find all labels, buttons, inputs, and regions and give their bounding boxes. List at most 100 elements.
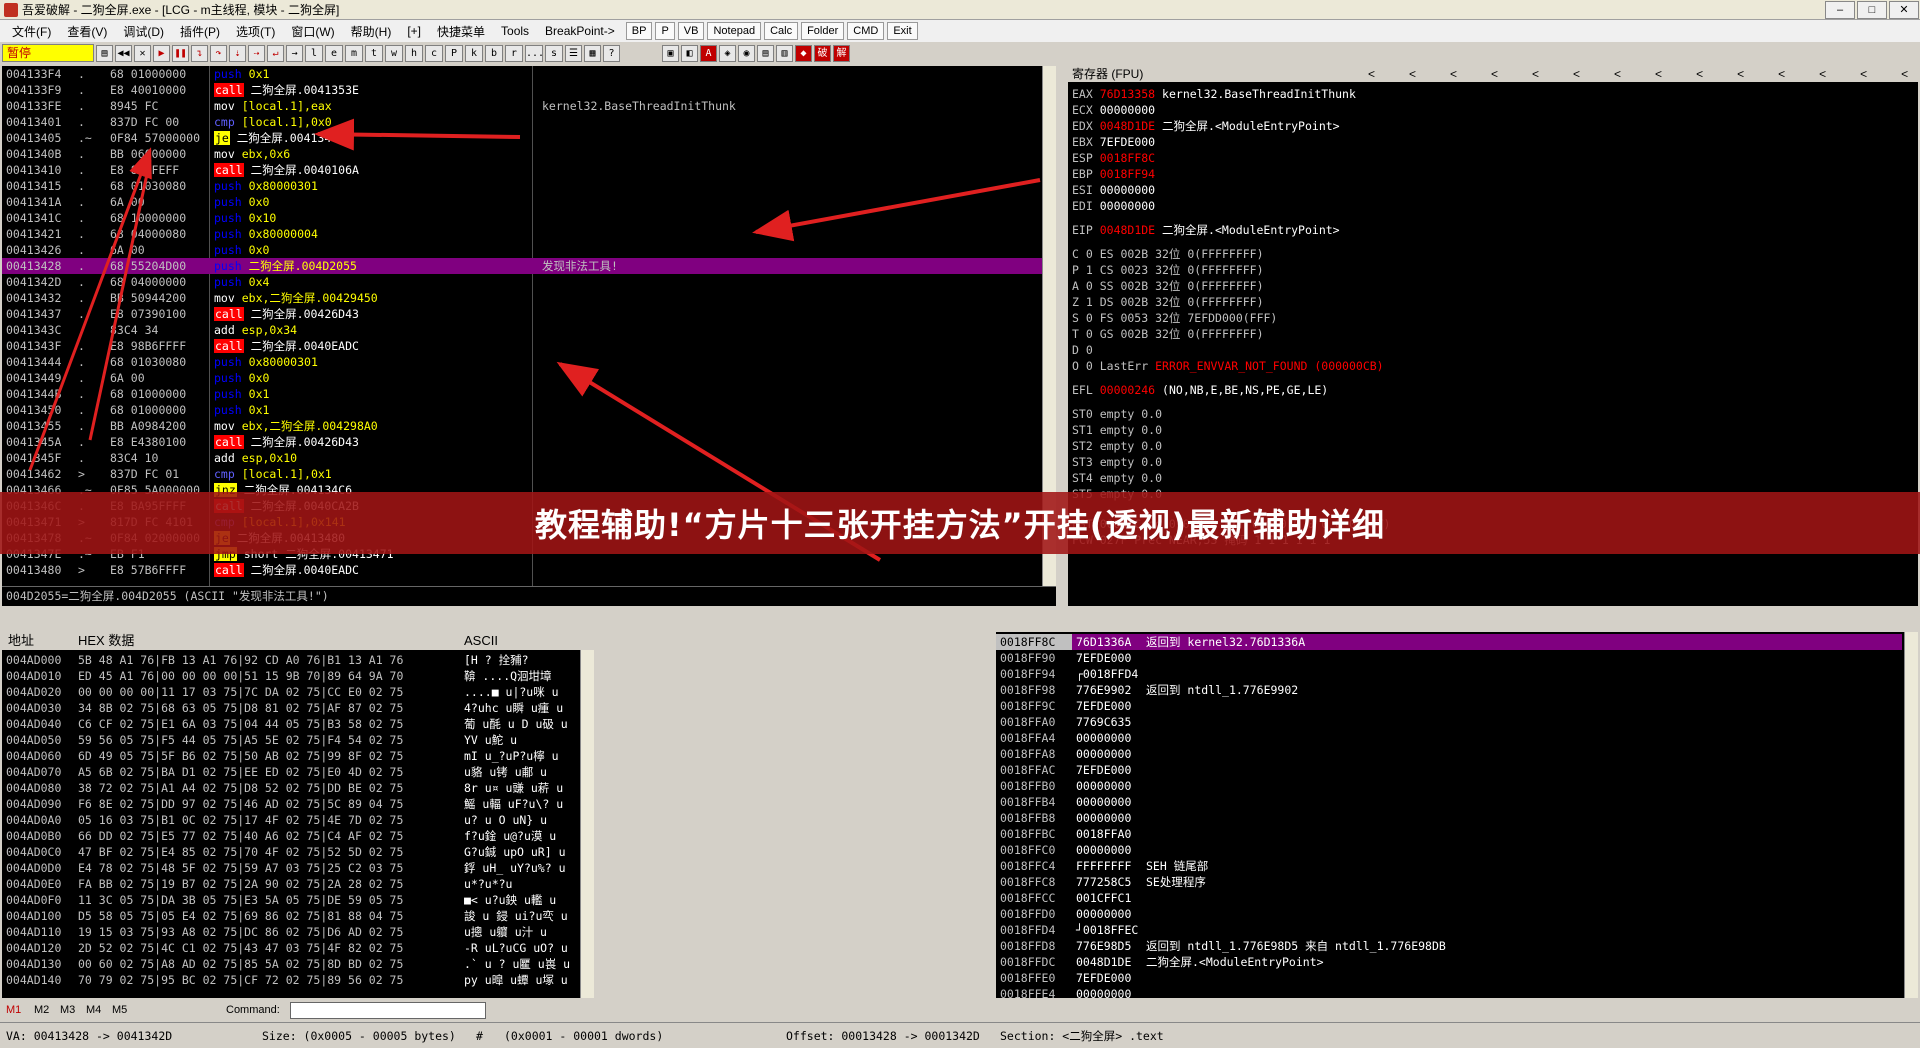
stack-row[interactable]: 0018FF90 7EFDE000 <box>996 650 1902 666</box>
dump-row[interactable]: 004AD0C0 47 BF 02 75|E4 85 02 75|70 4F 02… <box>2 844 582 860</box>
disasm-row[interactable]: 00413437. E8 07390100 call 二狗全屏.00426D43 <box>2 306 1042 322</box>
fpu-line[interactable]: ST2 empty 0.0 <box>1072 438 1162 454</box>
window-m-button[interactable]: m <box>345 44 363 62</box>
window-b-button[interactable]: b <box>485 44 503 62</box>
window-e-button[interactable]: e <box>325 44 343 62</box>
plugin-icon-1[interactable]: ▣ <box>662 44 679 62</box>
stack-row[interactable]: 0018FFA0 7769C635 <box>996 714 1902 730</box>
stack-row[interactable]: 0018FFD4 ┘0018FFEC <box>996 922 1902 938</box>
disasm-row[interactable]: 004133FE. 8945 FC mov [local.1],eax kernel3… <box>2 98 1042 114</box>
register-value[interactable]: 0048D1DE <box>1100 119 1155 133</box>
stack-row[interactable]: 0018FFA4 00000000 <box>996 730 1902 746</box>
stack-row[interactable]: 0018FFD8 776E98D5 返回到 ntdll_1.776E98D5 来自 … <box>996 938 1902 954</box>
menu-view[interactable]: 查看(V) <box>59 23 115 40</box>
disasm-row[interactable]: 0041340B. BB 06000000 mov ebx,0x6 <box>2 146 1042 162</box>
fpu-line[interactable]: ST0 empty 0.0 <box>1072 406 1162 422</box>
disasm-row[interactable]: 0041343C. 83C4 34 add esp,0x34 <box>2 322 1042 338</box>
trace-into-icon[interactable]: ⇣ <box>229 44 246 62</box>
plugin-icon-9[interactable]: 破 <box>814 44 831 62</box>
stack-row[interactable]: 0018FFC4 FFFFFFFF SEH 链尾部 <box>996 858 1902 874</box>
menu-window[interactable]: 窗口(W) <box>283 23 342 40</box>
notepad-button[interactable]: Notepad <box>707 22 762 40</box>
window-p-button[interactable]: P <box>445 44 463 62</box>
dump-row[interactable]: 004AD020 00 00 00 00|11 17 03 75|7C DA 02… <box>2 684 582 700</box>
stack-pane[interactable]: 0018FF8C 76D1336A 返回到 kernel32.76D1336A 001… <box>996 632 1918 998</box>
disasm-row[interactable]: 00413444. 68 01030080 push 0x80000301 <box>2 354 1042 370</box>
dump-row[interactable]: 004AD050 59 56 05 75|F5 44 05 75|A5 5E 02… <box>2 732 582 748</box>
plugin-icon-6[interactable]: ▤ <box>757 44 774 62</box>
disasm-row[interactable]: 0041341C. 68 10000000 push 0x10 <box>2 210 1042 226</box>
grid-icon[interactable]: ▦ <box>584 44 601 62</box>
disasm-row[interactable]: 00413415. 68 01030080 push 0x80000301 <box>2 178 1042 194</box>
register-value[interactable]: 00000000 <box>1100 199 1155 213</box>
register-line[interactable]: EDX 0048D1DE 二狗全屏.<ModuleEntryPoint> <box>1072 118 1340 134</box>
goto-icon[interactable]: → <box>286 44 303 62</box>
tab-m4[interactable]: M4 <box>86 1004 101 1016</box>
plugin-icon-7[interactable]: ▥ <box>776 44 793 62</box>
disasm-row[interactable]: 00413432. BB 50944200 mov ebx,二狗全屏.0042945… <box>2 290 1042 306</box>
dump-row[interactable]: 004AD0E0 FA BB 02 75|19 B7 02 75|2A 90 02… <box>2 876 582 892</box>
menu-help[interactable]: 帮助(H) <box>343 23 400 40</box>
window-l-button[interactable]: l <box>305 44 323 62</box>
stack-row[interactable]: 0018FFB8 00000000 <box>996 810 1902 826</box>
stack-row[interactable]: 0018FF8C 76D1336A 返回到 kernel32.76D1336A <box>996 634 1902 650</box>
register-value[interactable]: 00000000 <box>1100 183 1155 197</box>
register-line[interactable]: EDI 00000000 <box>1072 198 1155 214</box>
register-line[interactable]: ECX 00000000 <box>1072 102 1155 118</box>
disasm-row[interactable]: 0041344B. 68 01000000 push 0x1 <box>2 386 1042 402</box>
flag-line[interactable]: P 1 CS 0023 32位 0(FFFFFFFF) <box>1072 262 1264 278</box>
dump-row[interactable]: 004AD0B0 66 DD 02 75|E5 77 02 75|40 A6 02… <box>2 828 582 844</box>
menu-breakpoint[interactable]: BreakPoint-> <box>537 24 623 38</box>
calc-button[interactable]: Calc <box>764 22 799 40</box>
flag-line[interactable]: T 0 GS 002B 32位 0(FFFFFFFF) <box>1072 326 1264 342</box>
stack-row[interactable]: 0018FFB4 00000000 <box>996 794 1902 810</box>
menu-options[interactable]: 选项(T) <box>228 23 283 40</box>
dump-row[interactable]: 004AD140 70 79 02 75|95 BC 02 75|CF 72 02… <box>2 972 582 988</box>
stack-row[interactable]: 0018FFAC 7EFDE000 <box>996 762 1902 778</box>
efl-line[interactable]: EFL 00000246 (NO,NB,E,BE,NS,PE,GE,LE) <box>1072 382 1328 398</box>
execute-till-return-icon[interactable]: ↵ <box>267 44 284 62</box>
stack-scrollbar[interactable] <box>1904 632 1918 998</box>
dump-row[interactable]: 004AD0F0 11 3C 05 75|DA 3B 05 75|E3 5A 05… <box>2 892 582 908</box>
fpu-line[interactable]: ST3 empty 0.0 <box>1072 454 1162 470</box>
register-value[interactable]: 7EFDE000 <box>1100 135 1155 149</box>
p-button[interactable]: P <box>655 22 675 40</box>
window-s-button[interactable]: s <box>545 44 563 62</box>
disasm-row[interactable]: 0041341A. 6A 00 push 0x0 <box>2 194 1042 210</box>
plugin-icon-10[interactable]: 解 <box>833 44 850 62</box>
dump-row[interactable]: 004AD110 19 15 03 75|93 A8 02 75|DC 86 02… <box>2 924 582 940</box>
stack-row[interactable]: 0018FFE4 00000000 <box>996 986 1902 998</box>
plugin-icon-2[interactable]: ◧ <box>681 44 698 62</box>
disasm-row[interactable]: 0041343F. E8 98B6FFFF call 二狗全屏.0040EADC <box>2 338 1042 354</box>
menu-tools[interactable]: Tools <box>493 24 537 38</box>
close-debug-icon[interactable]: ✕ <box>134 44 151 62</box>
tab-m3[interactable]: M3 <box>60 1004 75 1016</box>
efl-value[interactable]: 00000246 <box>1100 383 1155 397</box>
register-line[interactable]: ESP 0018FF8C <box>1072 150 1155 166</box>
menu-plus[interactable]: [+] <box>399 24 429 38</box>
dump-row[interactable]: 004AD010 ED 45 A1 76|00 00 00 00|51 15 9B… <box>2 668 582 684</box>
plugin-icon-8[interactable]: ◆ <box>795 44 812 62</box>
dump-col-hex[interactable]: HEX 数据 <box>78 632 134 650</box>
folder-button[interactable]: Folder <box>801 22 845 40</box>
command-input[interactable] <box>290 1002 486 1019</box>
stack-row[interactable]: 0018FFC8 777258C5 SE处理程序 <box>996 874 1902 890</box>
close-button[interactable]: ✕ <box>1889 1 1919 19</box>
window-h-button[interactable]: h <box>405 44 423 62</box>
flag-line[interactable]: D 0 <box>1072 342 1093 358</box>
disasm-row[interactable]: 0041345A. E8 E4380100 call 二狗全屏.00426D43 <box>2 434 1042 450</box>
rewind-icon[interactable]: ◀◀ <box>115 44 132 62</box>
flag-line[interactable]: S 0 FS 0053 32位 7EFDD000(FFF) <box>1072 310 1277 326</box>
flag-line[interactable]: C 0 ES 002B 32位 0(FFFFFFFF) <box>1072 246 1264 262</box>
window-k-button[interactable]: k <box>465 44 483 62</box>
stack-row[interactable]: 0018FFBC 0018FFA0 <box>996 826 1902 842</box>
plugin-icon-4[interactable]: ◈ <box>719 44 736 62</box>
dump-row[interactable]: 004AD070 A5 6B 02 75|BA D1 02 75|EE ED 02… <box>2 764 582 780</box>
scroll-left-icons[interactable]: <<<<<<<<<<<<<< <box>1368 66 1918 82</box>
stack-row[interactable]: 0018FF98 776E9902 返回到 ntdll_1.776E9902 <box>996 682 1902 698</box>
minimize-button[interactable]: ‒ <box>1825 1 1855 19</box>
disasm-row[interactable]: 00413401. 837D FC 00 cmp [local.1],0x0 <box>2 114 1042 130</box>
step-into-icon[interactable]: ↴ <box>191 44 208 62</box>
disasm-row[interactable]: 004133F9. E8 40010000 call 二狗全屏.0041353E <box>2 82 1042 98</box>
dump-col-address[interactable]: 地址 <box>8 632 34 650</box>
